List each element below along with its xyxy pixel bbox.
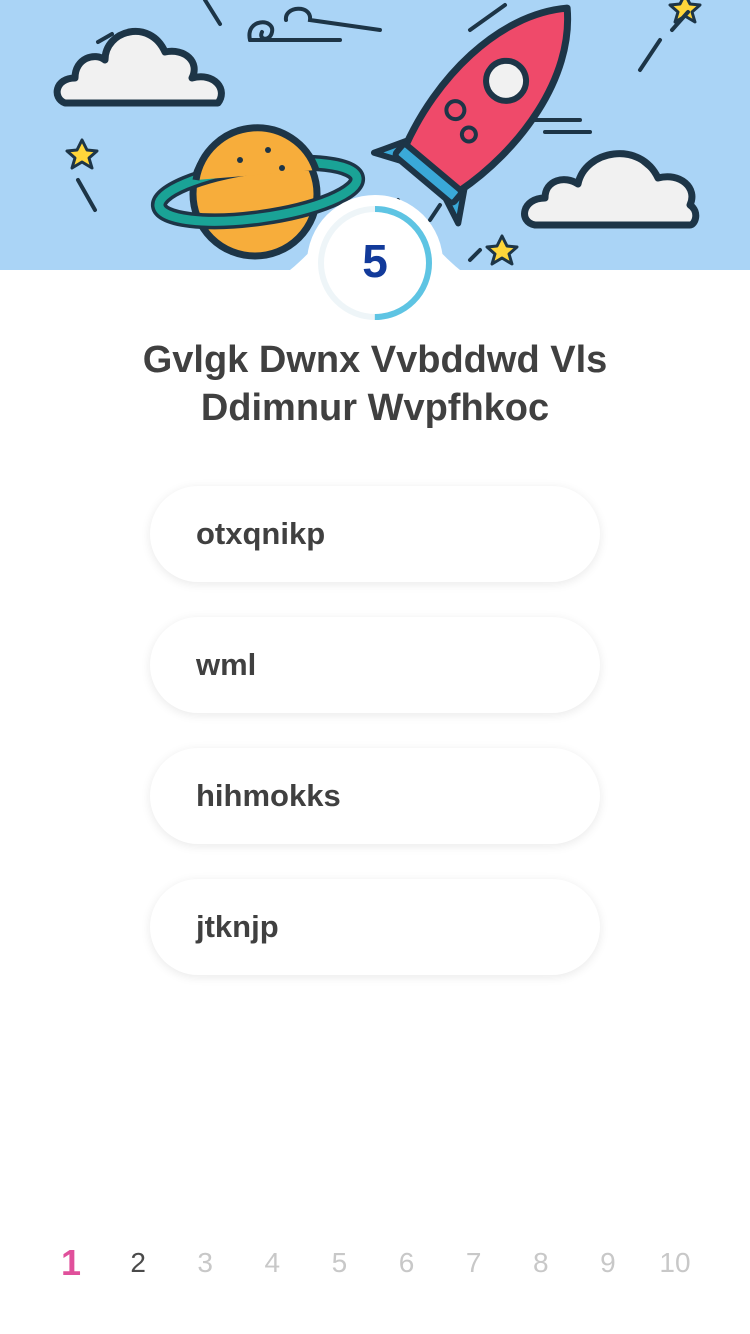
page-8[interactable]: 8 <box>508 1247 574 1279</box>
wind-icon <box>203 0 382 42</box>
cloud-icon <box>521 150 700 229</box>
page-9[interactable]: 9 <box>575 1247 641 1279</box>
answer-label: hihmokks <box>196 778 341 813</box>
question-line-1: Gvlgk Dwnx Vvbddwd Vls <box>142 339 608 381</box>
star-icon <box>485 234 519 266</box>
timer-value: 5 <box>362 235 388 287</box>
answer-option-1[interactable]: otxqnikp <box>150 486 600 582</box>
page-2[interactable]: 2 <box>105 1247 171 1279</box>
question-pager: 1 2 3 4 5 6 7 8 9 10 <box>38 1238 708 1288</box>
page-5[interactable]: 5 <box>306 1247 372 1279</box>
answer-label: wml <box>196 647 257 682</box>
page-1[interactable]: 1 <box>38 1242 104 1284</box>
page-7[interactable]: 7 <box>441 1247 507 1279</box>
answer-option-4[interactable]: jtknjp <box>150 879 600 975</box>
page-4[interactable]: 4 <box>239 1247 305 1279</box>
countdown-timer: 5 <box>305 193 445 333</box>
answer-label: otxqnikp <box>196 516 326 551</box>
question-title: Gvlgk Dwnx Vvbddwd Vls Ddimnur Wvpfhkoc <box>60 336 690 432</box>
question-line-2: Ddimnur Wvpfhkoc <box>200 387 550 429</box>
answer-option-2[interactable]: wml <box>150 617 600 713</box>
answer-label: jtknjp <box>196 909 279 944</box>
star-icon <box>65 138 99 212</box>
page-3[interactable]: 3 <box>172 1247 238 1279</box>
cloud-icon <box>53 28 225 107</box>
star-icon <box>638 0 702 72</box>
page-10[interactable]: 10 <box>642 1247 708 1279</box>
answer-option-3[interactable]: hihmokks <box>150 748 600 844</box>
answer-list: otxqnikp wml hihmokks jtknjp <box>150 486 600 1010</box>
page-6[interactable]: 6 <box>374 1247 440 1279</box>
